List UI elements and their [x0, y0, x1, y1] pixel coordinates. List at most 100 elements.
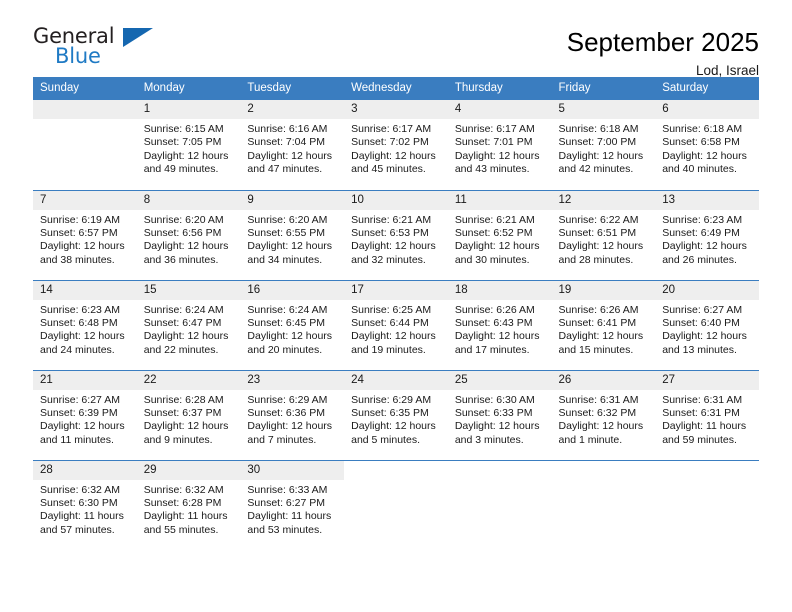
daylight-text-line2: and 32 minutes.	[351, 253, 426, 266]
sunset-text: Sunset: 7:00 PM	[558, 136, 637, 149]
sun-info: Sunrise: 6:31 AM Sunset: 6:32 PM Daylight:…	[552, 390, 656, 448]
sunrise-text: Sunrise: 6:24 AM	[143, 303, 224, 316]
calendar-day-cell[interactable]: 3 Sunrise: 6:17 AM Sunset: 7:02 PM Daylight…	[344, 100, 448, 190]
calendar-day-cell[interactable]: 1 Sunrise: 6:15 AM Sunset: 7:05 PM Daylight…	[136, 100, 241, 190]
daylight-text-line2: and 22 minutes.	[143, 343, 219, 356]
daylight-text-line2: and 43 minutes.	[454, 163, 530, 176]
calendar-day-cell[interactable]: 18 Sunrise: 6:26 AM Sunset: 6:43 PM Dayligh…	[447, 279, 552, 370]
sun-info: Sunrise: 6:17 AM Sunset: 7:01 PM Daylight:…	[448, 119, 552, 177]
calendar-day-cell[interactable]: 19 Sunrise: 6:26 AM Sunset: 6:41 PM Dayligh…	[551, 279, 656, 370]
daylight-text-line1: Daylight: 12 hours	[40, 240, 125, 253]
calendar-day-cell[interactable]: 2 Sunrise: 6:16 AM Sunset: 7:04 PM Daylight…	[240, 100, 345, 190]
day-number: 17	[344, 280, 448, 300]
daylight-text-line2: and 15 minutes.	[558, 343, 634, 356]
sun-info: Sunrise: 6:24 AM Sunset: 6:45 PM Daylight:…	[240, 300, 344, 358]
calendar-header-row: Sunday Monday Tuesday Wednesday Thursday…	[33, 77, 759, 100]
daylight-text-line1: Daylight: 11 hours	[247, 510, 332, 523]
sun-info: Sunrise: 6:29 AM Sunset: 6:35 PM Daylight:…	[344, 390, 448, 448]
sun-info: Sunrise: 6:31 AM Sunset: 6:31 PM Daylight:…	[655, 390, 759, 448]
calendar-day-cell[interactable]: 8 Sunrise: 6:20 AM Sunset: 6:56 PM Daylight…	[136, 189, 241, 280]
sunrise-text: Sunrise: 6:32 AM	[143, 483, 224, 496]
location-subtitle: Lod, Israel	[695, 63, 759, 79]
calendar-day-cell[interactable]: 9 Sunrise: 6:20 AM Sunset: 6:55 PM Daylight…	[240, 189, 345, 280]
calendar-day-cell[interactable]: 16 Sunrise: 6:24 AM Sunset: 6:45 PM Dayligh…	[240, 279, 345, 370]
daylight-text-line2: and 17 minutes.	[454, 343, 530, 356]
sunrise-text: Sunrise: 6:30 AM	[454, 393, 535, 406]
daylight-text-line2: and 36 minutes.	[143, 253, 219, 266]
logo-text-blue: Blue	[55, 44, 101, 68]
day-number: 14	[33, 280, 137, 300]
sunrise-text: Sunrise: 6:23 AM	[40, 303, 120, 316]
sunrise-text: Sunrise: 6:16 AM	[247, 123, 328, 136]
sunset-text: Sunset: 6:39 PM	[40, 406, 118, 419]
sunrise-text: Sunrise: 6:21 AM	[454, 213, 535, 226]
sun-info: Sunrise: 6:27 AM Sunset: 6:40 PM Daylight:…	[655, 300, 759, 358]
sun-info: Sunrise: 6:32 AM Sunset: 6:28 PM Daylight:…	[137, 480, 241, 538]
daylight-text-line1: Daylight: 12 hours	[143, 240, 229, 253]
daylight-text-line2: and 13 minutes.	[662, 343, 737, 356]
calendar-day-cell[interactable]: 7 Sunrise: 6:19 AM Sunset: 6:57 PM Daylight…	[33, 189, 137, 280]
calendar-day-cell[interactable]: 27 Sunrise: 6:31 AM Sunset: 6:31 PM Dayligh…	[655, 369, 759, 460]
day-number	[33, 100, 137, 120]
sunrise-text: Sunrise: 6:29 AM	[351, 393, 432, 406]
calendar-day-cell[interactable]: 12 Sunrise: 6:22 AM Sunset: 6:51 PM Dayligh…	[551, 189, 656, 280]
calendar-day-cell[interactable]: 21 Sunrise: 6:27 AM Sunset: 6:39 PM Dayligh…	[33, 369, 137, 460]
sun-info: Sunrise: 6:18 AM Sunset: 6:58 PM Daylight:…	[655, 119, 759, 177]
calendar-day-cell[interactable]: 26 Sunrise: 6:31 AM Sunset: 6:32 PM Dayligh…	[551, 369, 656, 460]
sunset-text: Sunset: 7:02 PM	[351, 136, 429, 149]
sun-info: Sunrise: 6:15 AM Sunset: 7:05 PM Daylight:…	[137, 119, 241, 177]
calendar-day-cell[interactable]: 22 Sunrise: 6:28 AM Sunset: 6:37 PM Dayligh…	[136, 369, 241, 460]
daylight-text-line1: Daylight: 12 hours	[454, 420, 540, 433]
calendar-day-cell[interactable]: 11 Sunrise: 6:21 AM Sunset: 6:52 PM Dayligh…	[447, 189, 552, 280]
sunset-text: Sunset: 6:49 PM	[662, 226, 740, 239]
calendar-day-cell[interactable]: 15 Sunrise: 6:24 AM Sunset: 6:47 PM Dayligh…	[136, 279, 241, 370]
daylight-text-line2: and 19 minutes.	[351, 343, 426, 356]
sunset-text: Sunset: 6:37 PM	[143, 406, 222, 419]
sun-info: Sunrise: 6:17 AM Sunset: 7:02 PM Daylight:…	[344, 119, 448, 177]
day-number: 28	[33, 460, 137, 480]
daylight-text-line2: and 20 minutes.	[247, 343, 323, 356]
sunset-text: Sunset: 6:51 PM	[558, 226, 637, 239]
sunrise-text: Sunrise: 6:31 AM	[558, 393, 639, 406]
sunrise-text: Sunrise: 6:26 AM	[558, 303, 639, 316]
day-number: 16	[240, 280, 345, 300]
sun-info: Sunrise: 6:23 AM Sunset: 6:49 PM Daylight:…	[655, 210, 759, 268]
calendar-week-row: 7 Sunrise: 6:19 AM Sunset: 6:57 PM Daylight…	[33, 189, 759, 280]
daylight-text-line1: Daylight: 12 hours	[662, 330, 747, 343]
sunset-text: Sunset: 6:43 PM	[454, 316, 533, 329]
calendar-week-row: 21 Sunrise: 6:27 AM Sunset: 6:39 PM Dayligh…	[33, 369, 759, 460]
calendar-day-cell[interactable]: 10 Sunrise: 6:21 AM Sunset: 6:53 PM Dayligh…	[344, 189, 448, 280]
sunset-text: Sunset: 6:53 PM	[351, 226, 429, 239]
daylight-text-line2: and 26 minutes.	[662, 253, 737, 266]
daylight-text-line1: Daylight: 12 hours	[143, 149, 229, 162]
calendar-day-cell[interactable]: 23 Sunrise: 6:29 AM Sunset: 6:36 PM Dayligh…	[240, 369, 345, 460]
sunrise-text: Sunrise: 6:24 AM	[247, 303, 328, 316]
calendar-day-cell[interactable]: 6 Sunrise: 6:18 AM Sunset: 6:58 PM Daylight…	[655, 100, 759, 190]
calendar-day-cell[interactable]: 14 Sunrise: 6:23 AM Sunset: 6:48 PM Dayligh…	[33, 279, 137, 370]
sunrise-text: Sunrise: 6:28 AM	[143, 393, 224, 406]
calendar-day-cell[interactable]: 24 Sunrise: 6:29 AM Sunset: 6:35 PM Dayligh…	[344, 369, 448, 460]
day-number: 25	[447, 370, 552, 390]
daylight-text-line2: and 3 minutes.	[454, 433, 524, 446]
calendar-day-cell[interactable]: 4 Sunrise: 6:17 AM Sunset: 7:01 PM Daylight…	[447, 100, 552, 190]
calendar-day-cell[interactable]: 5 Sunrise: 6:18 AM Sunset: 7:00 PM Daylight…	[551, 100, 656, 190]
calendar-cell-blank	[447, 459, 552, 550]
daylight-text-line1: Daylight: 12 hours	[40, 420, 125, 433]
calendar-day-cell[interactable]: 30 Sunrise: 6:33 AM Sunset: 6:27 PM Dayligh…	[240, 459, 345, 550]
sunrise-text: Sunrise: 6:18 AM	[558, 123, 639, 136]
daylight-text-line1: Daylight: 12 hours	[351, 149, 436, 162]
calendar-day-cell[interactable]: 20 Sunrise: 6:27 AM Sunset: 6:40 PM Dayligh…	[655, 279, 759, 370]
weekday-header-sunday: Sunday	[33, 77, 137, 100]
title-block: September 2025 Lod, Israel	[567, 26, 759, 79]
calendar-day-cell[interactable]: 28 Sunrise: 6:32 AM Sunset: 6:30 PM Dayligh…	[33, 459, 137, 550]
day-number: 1	[136, 100, 241, 120]
day-number: 11	[447, 190, 552, 210]
daylight-text-line2: and 47 minutes.	[247, 163, 323, 176]
generalblue-logo[interactable]: General Blue	[33, 26, 153, 72]
calendar-day-cell[interactable]: 17 Sunrise: 6:25 AM Sunset: 6:44 PM Dayligh…	[344, 279, 448, 370]
calendar-day-cell[interactable]: 13 Sunrise: 6:23 AM Sunset: 6:49 PM Dayligh…	[655, 189, 759, 280]
calendar-day-cell[interactable]: 29 Sunrise: 6:32 AM Sunset: 6:28 PM Dayligh…	[136, 459, 241, 550]
sunset-text: Sunset: 6:55 PM	[247, 226, 326, 239]
calendar-day-cell[interactable]: 25 Sunrise: 6:30 AM Sunset: 6:33 PM Dayligh…	[447, 369, 552, 460]
sun-info: Sunrise: 6:22 AM Sunset: 6:51 PM Daylight:…	[552, 210, 656, 268]
